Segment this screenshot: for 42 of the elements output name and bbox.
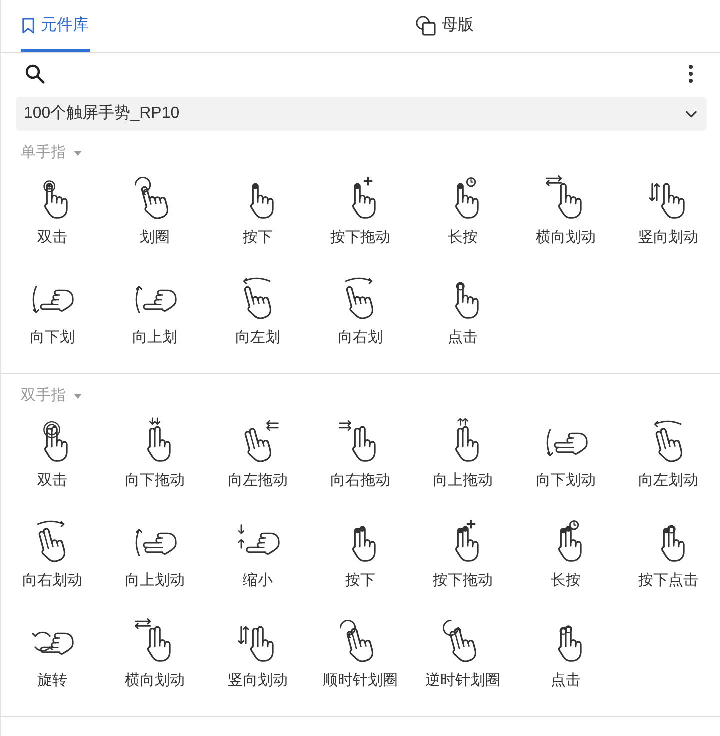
gesture-item[interactable]: 横向划动 <box>514 168 618 248</box>
gesture-item[interactable]: 按下拖动 <box>412 511 515 591</box>
gesture-item[interactable]: 长按 <box>412 168 515 248</box>
gesture-item[interactable]: 双击 <box>1 168 104 248</box>
gesture-item[interactable]: 逆时针划圈 <box>412 611 515 691</box>
gesture-item[interactable]: 向左拖动 <box>206 411 310 491</box>
gesture-item[interactable]: 按下点击 <box>617 511 720 591</box>
overlapping-shapes-icon <box>416 16 436 36</box>
gesture-item[interactable]: 按下拖动 <box>309 168 412 248</box>
more-button[interactable] <box>686 63 696 85</box>
gesture-item[interactable]: 旋转 <box>1 611 104 691</box>
gesture-item[interactable]: 横向划动 <box>104 611 206 691</box>
gesture-item[interactable]: 缩小 <box>206 511 310 591</box>
gesture-item[interactable]: 向下划 <box>1 268 104 348</box>
gesture-item[interactable]: 向上划动 <box>104 511 206 591</box>
gesture-item[interactable]: 向右划动 <box>1 511 104 591</box>
more-icon <box>689 65 693 83</box>
gesture-item[interactable]: 竖向划动 <box>617 168 720 248</box>
search-button[interactable] <box>24 63 46 85</box>
gesture-item[interactable]: 划圈 <box>104 168 206 248</box>
gesture-item[interactable]: 向上划 <box>104 268 206 348</box>
bookmark-icon <box>22 18 35 34</box>
gesture-item[interactable]: 按下 <box>206 168 310 248</box>
gesture-item[interactable]: 双击 <box>1 411 104 491</box>
gesture-item[interactable]: 竖向划动 <box>206 611 310 691</box>
library-select[interactable]: 100个触屏手势_RP10 <box>16 97 707 131</box>
gesture-item[interactable]: 点击 <box>514 611 618 691</box>
gesture-item[interactable]: 向下拖动 <box>104 411 206 491</box>
gesture-item[interactable]: 向左划 <box>206 268 310 348</box>
gesture-item[interactable]: 点击 <box>412 268 515 348</box>
chevron-down-icon <box>686 110 697 118</box>
gesture-item[interactable]: 顺时针划圈 <box>309 611 412 691</box>
gesture-item[interactable]: 向右拖动 <box>309 411 412 491</box>
gesture-item[interactable]: 向左划动 <box>617 411 720 491</box>
gesture-item[interactable]: 向下划动 <box>514 411 618 491</box>
gesture-item[interactable]: 按下 <box>309 511 412 591</box>
gesture-item[interactable]: 向右划 <box>309 268 412 348</box>
search-icon <box>25 64 45 84</box>
gesture-item[interactable]: 向上拖动 <box>412 411 515 491</box>
gesture-item[interactable]: 长按 <box>514 511 618 591</box>
tab[interactable]: 母版 <box>415 0 475 52</box>
tab[interactable]: 元件库 <box>21 0 90 52</box>
